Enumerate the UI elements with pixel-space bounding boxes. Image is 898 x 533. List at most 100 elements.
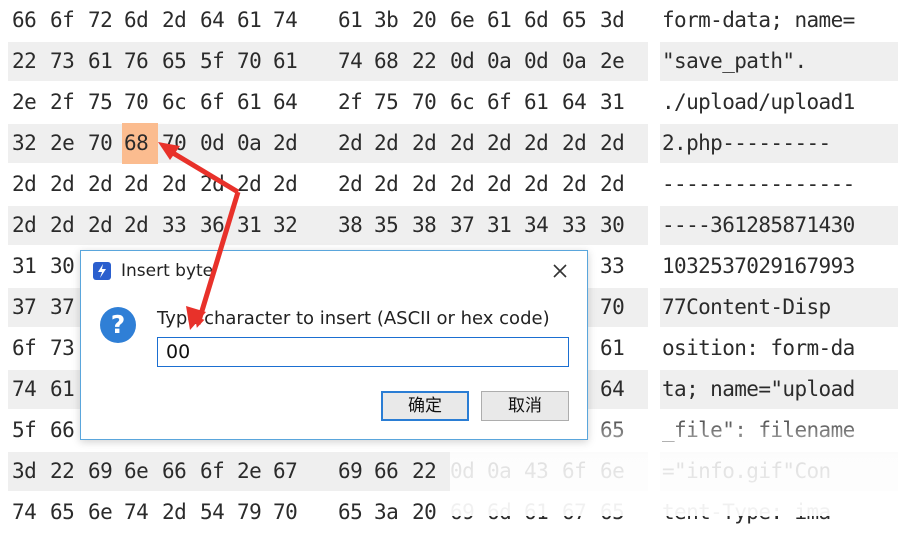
selected-byte[interactable]: 68 (122, 123, 158, 164)
hex-byte[interactable]: 65 (562, 0, 599, 41)
hex-byte[interactable]: 70 (600, 287, 637, 328)
hex-byte[interactable]: 38 (412, 205, 449, 246)
hex-byte[interactable]: 67 (273, 451, 310, 492)
ascii-text[interactable]: ./upload/upload1 (662, 82, 855, 123)
hex-byte[interactable]: 2d (12, 205, 49, 246)
hex-byte[interactable]: 54 (200, 492, 237, 533)
hex-byte[interactable]: 61 (237, 82, 274, 123)
hex-byte[interactable]: 2d (124, 205, 161, 246)
hex-byte[interactable]: 0d (450, 451, 487, 492)
hex-row[interactable]: 2d 2d 2d 2d 2d 2d 2d 2d 2d 2d 2d 2d 2d 2d 2d 2d --------… (0, 164, 898, 205)
hex-byte[interactable]: 70 (273, 492, 310, 533)
hex-byte[interactable]: 2d (237, 164, 274, 205)
hex-byte[interactable]: 69 (338, 451, 375, 492)
hex-byte[interactable]: 6d (524, 0, 561, 41)
hex-byte[interactable]: 22 (412, 41, 449, 82)
byte-input-field[interactable]: 00 (157, 337, 569, 367)
hex-byte[interactable]: 6f (200, 82, 237, 123)
hex-byte[interactable]: 0a (237, 123, 274, 164)
hex-byte[interactable]: 61 (524, 492, 561, 533)
hex-byte[interactable]: 3b (374, 0, 411, 41)
hex-byte[interactable]: 2d (562, 123, 599, 164)
hex-byte[interactable]: 2d (338, 164, 375, 205)
hex-byte[interactable]: 74 (273, 0, 310, 41)
hex-byte[interactable]: 66 (12, 0, 49, 41)
hex-byte[interactable]: 79 (237, 492, 274, 533)
hex-byte[interactable]: 68 (374, 41, 411, 82)
hex-byte[interactable]: 70 (162, 123, 199, 164)
hex-byte[interactable]: 61 (273, 41, 310, 82)
hex-byte[interactable]: 65 (600, 410, 637, 451)
hex-byte[interactable]: 2d (88, 164, 125, 205)
hex-byte[interactable]: 2d (450, 164, 487, 205)
hex-byte[interactable]: 6f (562, 451, 599, 492)
hex-byte[interactable]: 31 (237, 205, 274, 246)
hex-byte[interactable]: 75 (88, 82, 125, 123)
ascii-text[interactable]: tent-Type: ima (662, 492, 831, 533)
hex-byte[interactable]: 69 (450, 492, 487, 533)
hex-byte[interactable]: 22 (12, 41, 49, 82)
hex-byte[interactable]: 74 (338, 41, 375, 82)
hex-byte[interactable]: 2d (162, 492, 199, 533)
close-icon[interactable] (549, 260, 571, 282)
hex-byte[interactable]: 30 (600, 205, 637, 246)
hex-row[interactable]: 3d 22 69 6e 66 6f 2e 67 69 66 22 0d 0a 43 6f 6e ="info.g… (0, 451, 898, 492)
hex-byte[interactable]: 2d (162, 164, 199, 205)
hex-byte[interactable]: 64 (273, 82, 310, 123)
ascii-text[interactable]: _file": filename (662, 410, 855, 451)
hex-byte[interactable]: 2d (412, 164, 449, 205)
hex-byte[interactable]: 75 (374, 82, 411, 123)
hex-byte[interactable]: 32 (273, 205, 310, 246)
hex-byte[interactable]: 70 (124, 82, 161, 123)
hex-byte[interactable]: 2e (50, 123, 87, 164)
hex-byte[interactable]: 2d (200, 164, 237, 205)
hex-byte[interactable]: 6f (50, 0, 87, 41)
hex-byte[interactable]: 20 (412, 0, 449, 41)
hex-byte[interactable]: 67 (562, 492, 599, 533)
hex-byte[interactable]: 74 (12, 492, 49, 533)
hex-byte[interactable]: 0d (200, 123, 237, 164)
hex-byte[interactable]: 32 (12, 123, 49, 164)
hex-byte[interactable]: 2d (12, 164, 49, 205)
hex-byte[interactable]: 6d (487, 492, 524, 533)
hex-row[interactable]: 2e 2f 75 70 6c 6f 61 64 2f 75 70 6c 6f 61 64 31 ./upload… (0, 82, 898, 123)
hex-byte[interactable]: 43 (524, 451, 561, 492)
hex-byte[interactable]: 2d (524, 164, 561, 205)
hex-byte[interactable]: 61 (338, 0, 375, 41)
hex-byte[interactable]: 2e (600, 41, 637, 82)
hex-byte[interactable]: 6e (450, 0, 487, 41)
hex-byte[interactable]: 6e (600, 451, 637, 492)
hex-byte[interactable]: 2f (50, 82, 87, 123)
hex-byte[interactable]: 2d (162, 0, 199, 41)
hex-row[interactable]: 22 73 61 76 65 5f 70 61 74 68 22 0d 0a 0d 0a 2e "save_pa… (0, 41, 898, 82)
hex-byte[interactable]: 35 (374, 205, 411, 246)
hex-byte[interactable]: 66 (162, 451, 199, 492)
hex-byte[interactable]: 69 (88, 451, 125, 492)
hex-row[interactable]: 66 6f 72 6d 2d 64 61 74 61 3b 20 6e 61 6d 65 3d form-dat… (0, 0, 898, 41)
hex-byte[interactable]: 65 (50, 492, 87, 533)
hex-byte[interactable]: 6c (450, 82, 487, 123)
hex-byte[interactable]: 36 (200, 205, 237, 246)
hex-byte[interactable]: 70 (412, 82, 449, 123)
hex-byte[interactable]: 2d (338, 123, 375, 164)
ascii-text[interactable]: 2.php--------- (662, 123, 831, 164)
hex-byte[interactable]: 3a (374, 492, 411, 533)
hex-byte[interactable]: 33 (162, 205, 199, 246)
cancel-button[interactable]: 取消 (481, 391, 569, 421)
hex-byte[interactable]: 5f (200, 41, 237, 82)
hex-row[interactable]: 32 2e 70 68 70 0d 0a 2d 2d 2d 2d 2d 2d 2d 2d 2d 2.php---… (0, 123, 898, 164)
hex-byte[interactable]: 20 (412, 492, 449, 533)
hex-byte[interactable]: 31 (600, 82, 637, 123)
hex-byte[interactable]: 2d (273, 164, 310, 205)
hex-byte[interactable]: 61 (487, 0, 524, 41)
hex-byte[interactable]: 2d (412, 123, 449, 164)
hex-byte[interactable]: 64 (562, 82, 599, 123)
ascii-text[interactable]: 1032537029167993 (662, 246, 855, 287)
hex-byte[interactable]: 64 (200, 0, 237, 41)
hex-byte[interactable]: 2f (338, 82, 375, 123)
ascii-text[interactable]: ="info.gif"Con (662, 451, 831, 492)
hex-byte[interactable]: 2d (50, 164, 87, 205)
hex-byte[interactable]: 33 (600, 246, 637, 287)
hex-byte[interactable]: 65 (600, 492, 637, 533)
ascii-text[interactable]: osition: form-da (662, 328, 855, 369)
